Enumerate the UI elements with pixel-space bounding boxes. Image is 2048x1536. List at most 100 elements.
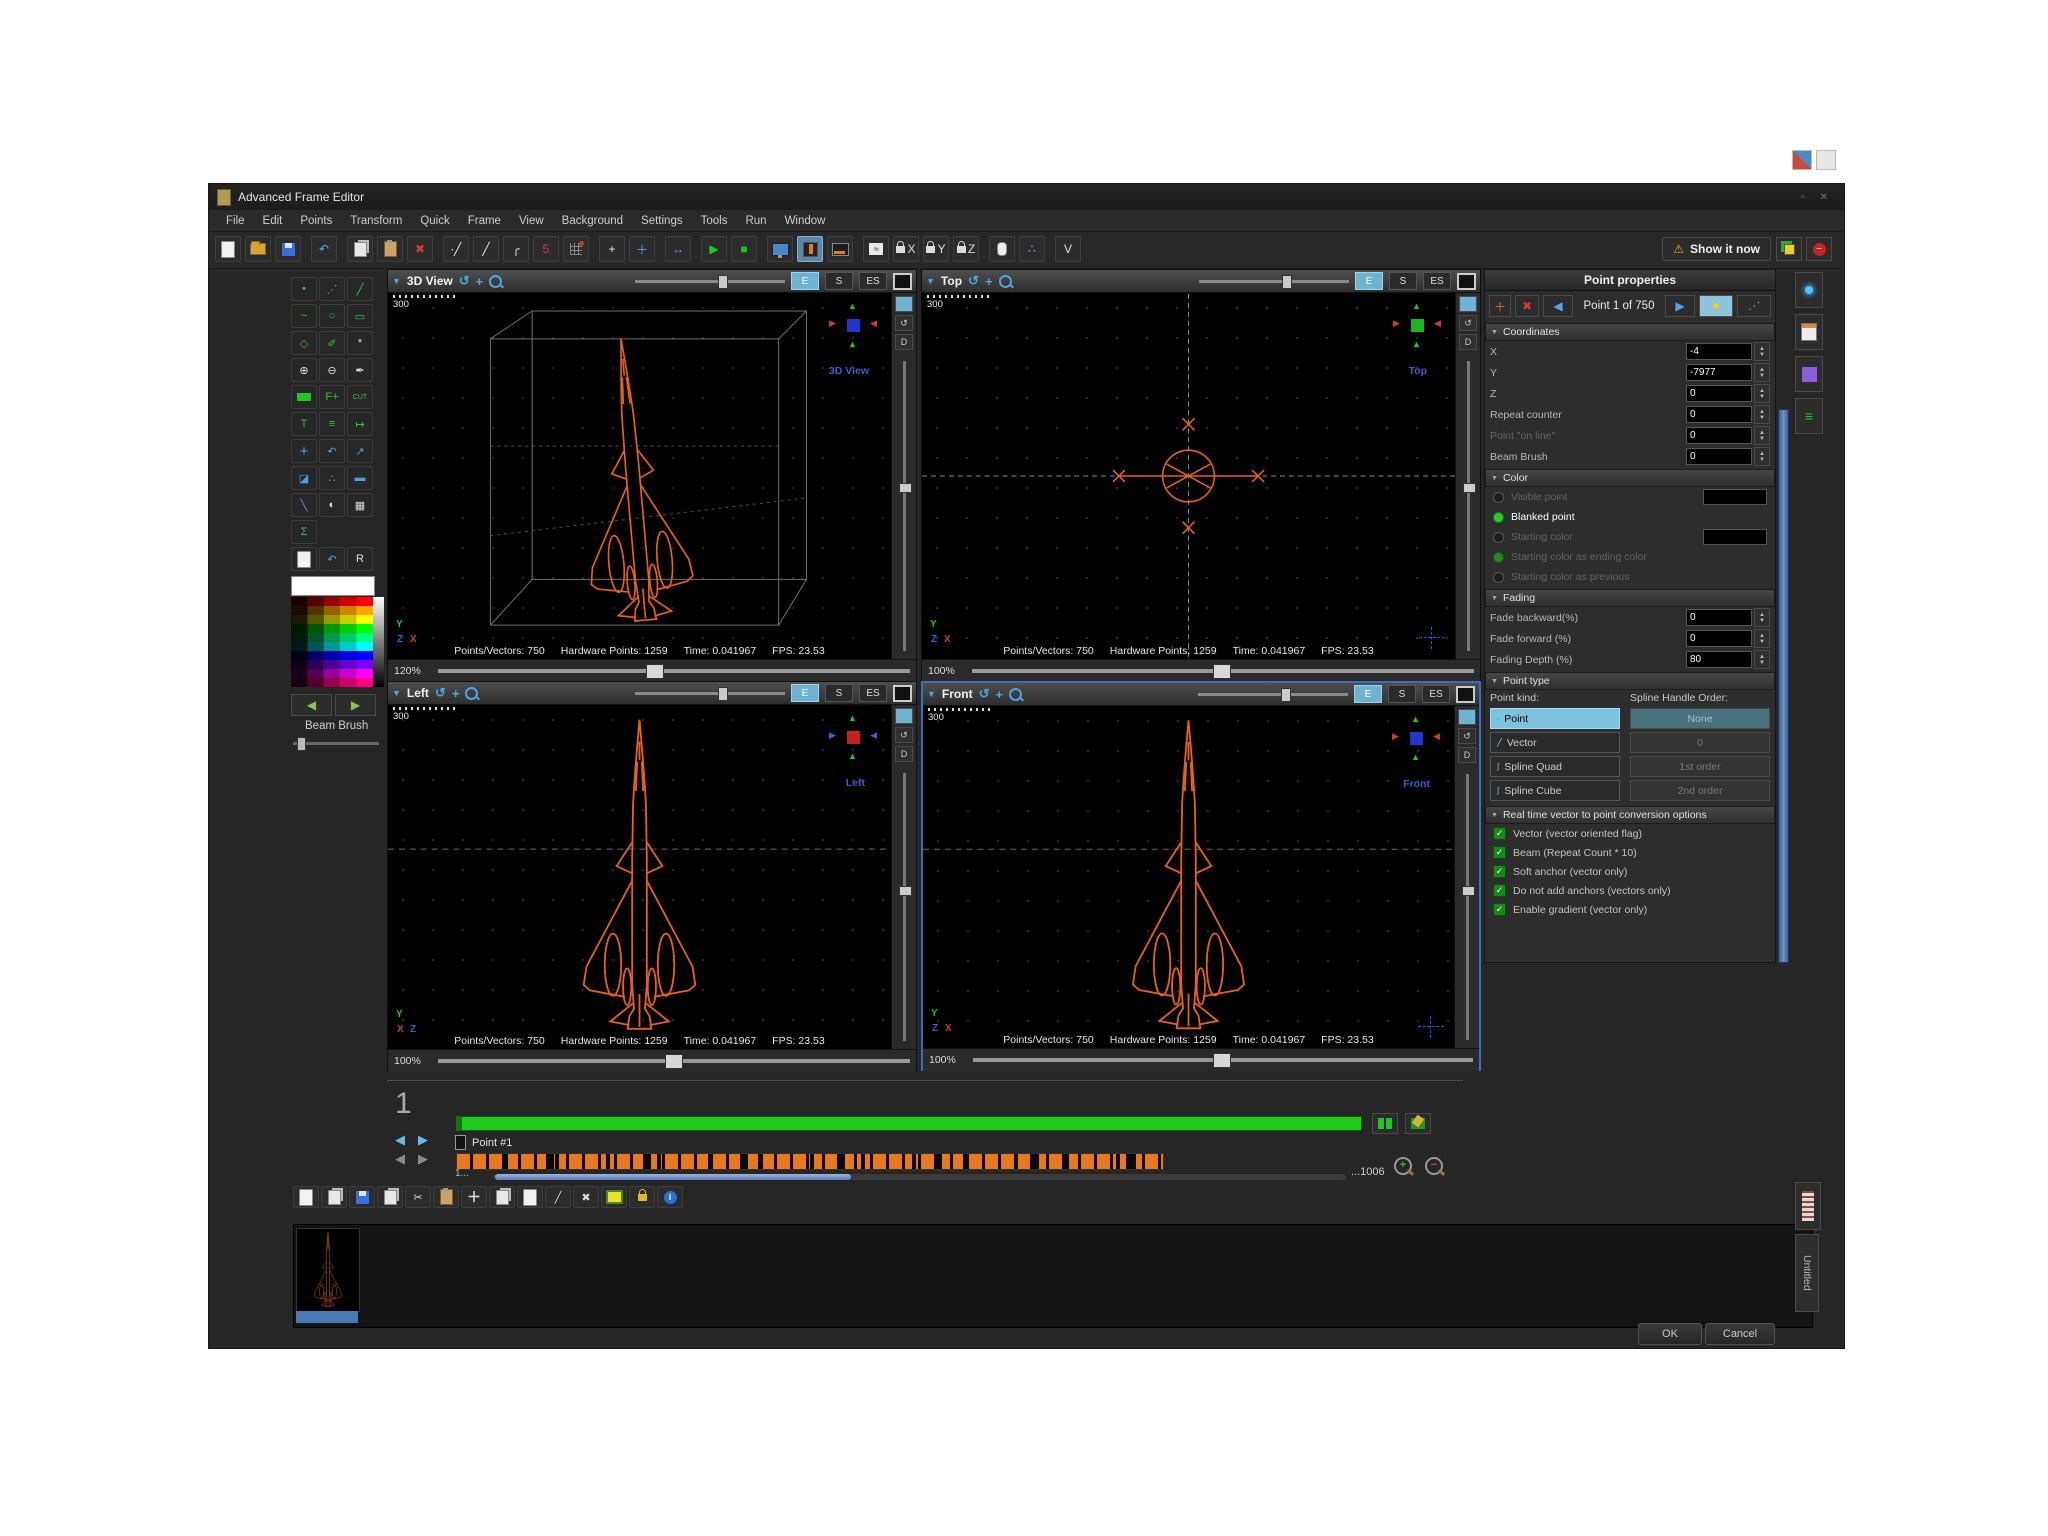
next-color-button[interactable]: ▶ [335, 694, 376, 716]
view-slider[interactable] [635, 280, 785, 283]
view-slider[interactable] [1198, 693, 1348, 696]
paste-button[interactable] [377, 236, 403, 262]
order-none-button[interactable]: None [1630, 708, 1770, 729]
mini-page-icon[interactable] [1816, 150, 1836, 170]
mode-s-button[interactable]: S [1389, 272, 1417, 290]
kind-spline-cube-button[interactable]: ∫Spline Cube [1490, 780, 1620, 801]
frame-duration-bar[interactable] [456, 1116, 1362, 1131]
blanked-point-option[interactable]: Blanked point [1485, 507, 1775, 527]
delete-frame-button[interactable]: ✖ [573, 1186, 599, 1208]
gizmo[interactable]: ▲▲▶◀ [831, 303, 875, 347]
cancel-button[interactable]: Cancel [1705, 1323, 1775, 1345]
viewport-left[interactable]: ▼ Left ↺ + E S ES 300 [387, 681, 917, 1071]
canvas-left[interactable]: 300 ▲▲▶◀ Left Y X Z [388, 705, 891, 1049]
fading-depth-input[interactable]: 80 [1686, 651, 1752, 668]
move-tool[interactable]: + [291, 439, 317, 463]
select-add-tool[interactable]: ⊕ [291, 358, 317, 382]
select-remove-tool[interactable]: ⊖ [319, 358, 345, 382]
rotate-view-icon[interactable]: ↺ [459, 273, 470, 289]
fade-backward-spinner[interactable]: ▲▼ [1754, 608, 1770, 627]
image-tool[interactable]: ▦ [347, 493, 373, 517]
menu-window[interactable]: Window [776, 213, 835, 229]
viewport-3d[interactable]: ▼ 3D View ↺ + E S ES 300 [387, 269, 917, 681]
stop-button[interactable]: ■ [731, 236, 757, 262]
zoom-slider[interactable] [438, 669, 910, 673]
roller-tool[interactable]: ▬ [347, 466, 373, 490]
prev-point-arrow[interactable]: ◀ [395, 1132, 405, 1148]
checkbox-icon[interactable]: ✓ [1493, 884, 1506, 897]
projection-zones-button[interactable] [797, 236, 823, 262]
zoom-view-icon[interactable] [999, 275, 1012, 288]
spray-tool[interactable]: ∴ [319, 466, 345, 490]
repeat-counter-spinner[interactable]: ▲▼ [1754, 405, 1770, 424]
timeline-scrollbar-thumb[interactable] [495, 1174, 851, 1180]
next-frame-arrow[interactable]: ▶ [418, 1151, 428, 1167]
line-tool[interactable]: ╱ [347, 277, 373, 301]
duplicate-frame-button[interactable] [377, 1186, 403, 1208]
strip-d-button[interactable]: D [895, 746, 913, 762]
checkbox-icon[interactable]: ✓ [1493, 846, 1506, 859]
checkbox-icon[interactable]: ✓ [1493, 865, 1506, 878]
zoom-in-button[interactable]: + [1394, 1157, 1412, 1175]
mode-s-button[interactable]: S [825, 272, 853, 290]
mode-es-button[interactable]: ES [859, 684, 887, 702]
view-slider[interactable] [1199, 280, 1349, 283]
gizmo[interactable]: ▲▲▶◀ [831, 715, 875, 759]
kind-vector-button[interactable]: ╱Vector [1490, 732, 1620, 753]
color-palette-grid[interactable] [291, 597, 373, 687]
point-mode-toggle[interactable] [1699, 295, 1733, 317]
gizmo[interactable]: ▲▲▶◀ [1395, 303, 1439, 347]
zoom-slider[interactable] [438, 1059, 910, 1063]
layers-button[interactable] [1776, 237, 1802, 261]
new-file-button[interactable] [215, 236, 241, 262]
monitor-button[interactable] [767, 236, 793, 262]
beam-brush-spinner[interactable]: ▲▼ [1754, 447, 1770, 466]
vertical-slider[interactable] [1467, 361, 1470, 651]
y-input[interactable]: -7977 [1686, 364, 1752, 381]
fade-forward-input[interactable]: 0 [1686, 630, 1752, 647]
strip-rotate-button[interactable]: ↺ [895, 315, 913, 331]
vertical-slider-handle[interactable] [1463, 483, 1476, 493]
delete-button[interactable]: ✖ [407, 236, 433, 262]
prev-frame-arrow[interactable]: ◀ [395, 1151, 405, 1167]
prev-point-button[interactable]: ◀ [1543, 295, 1573, 317]
point-type-section-header[interactable]: Point type [1485, 672, 1775, 690]
replace-frame-button[interactable] [489, 1186, 515, 1208]
sigma-tool[interactable]: Σ [291, 520, 317, 544]
paste-frame-button[interactable] [433, 1186, 459, 1208]
paint-bucket-tool[interactable]: ◪ [291, 466, 317, 490]
menu-points[interactable]: Points [291, 213, 341, 229]
order-zero-button[interactable]: 0 [1630, 732, 1770, 753]
copy-button[interactable] [347, 236, 373, 262]
point-path-button[interactable]: ∴ [1019, 236, 1045, 262]
zoom-slider[interactable] [972, 669, 1474, 673]
vertical-slider[interactable] [903, 361, 906, 651]
starting-color-swatch[interactable] [1703, 529, 1767, 545]
mode-es-button[interactable]: ES [859, 272, 887, 290]
canvas-top[interactable]: 300 [922, 293, 1455, 659]
beam-brush-slider-handle[interactable] [297, 737, 306, 751]
starting-ending-option[interactable]: Starting color as ending color [1485, 547, 1775, 567]
mode-s-button[interactable]: S [1388, 685, 1416, 703]
beam-brush-input[interactable]: 0 [1686, 448, 1752, 465]
fading-section-header[interactable]: Fading [1485, 589, 1775, 607]
strip-rotate-button[interactable]: ↺ [1459, 315, 1477, 331]
frame-info-button[interactable]: i [657, 1186, 683, 1208]
magnet-snap-button[interactable]: 5 [533, 236, 559, 262]
eyedropper-tool[interactable]: ╲ [291, 493, 317, 517]
viewport-left-header[interactable]: ▼ Left ↺ + E S ES [388, 682, 916, 705]
clean-frame-button[interactable]: ╱ [545, 1186, 571, 1208]
menu-file[interactable]: File [217, 213, 254, 229]
zoom-view-icon[interactable] [465, 687, 478, 700]
delete-point-button[interactable]: ✖ [1515, 295, 1539, 317]
document-tab[interactable]: Untitled [1795, 1234, 1819, 1312]
layers-tab[interactable]: ≡ [1795, 398, 1823, 434]
lock-z-button[interactable]: Z [953, 236, 979, 262]
frame-mode-icon[interactable] [1457, 273, 1476, 290]
vector-mode-toggle[interactable]: ⋰ [1737, 295, 1771, 317]
mode-s-button[interactable]: S [825, 684, 853, 702]
strip-select-button[interactable] [895, 296, 913, 312]
collapse-icon[interactable]: ▼ [392, 276, 401, 286]
menu-run[interactable]: Run [736, 213, 775, 229]
fade-backward-input[interactable]: 0 [1686, 609, 1752, 626]
